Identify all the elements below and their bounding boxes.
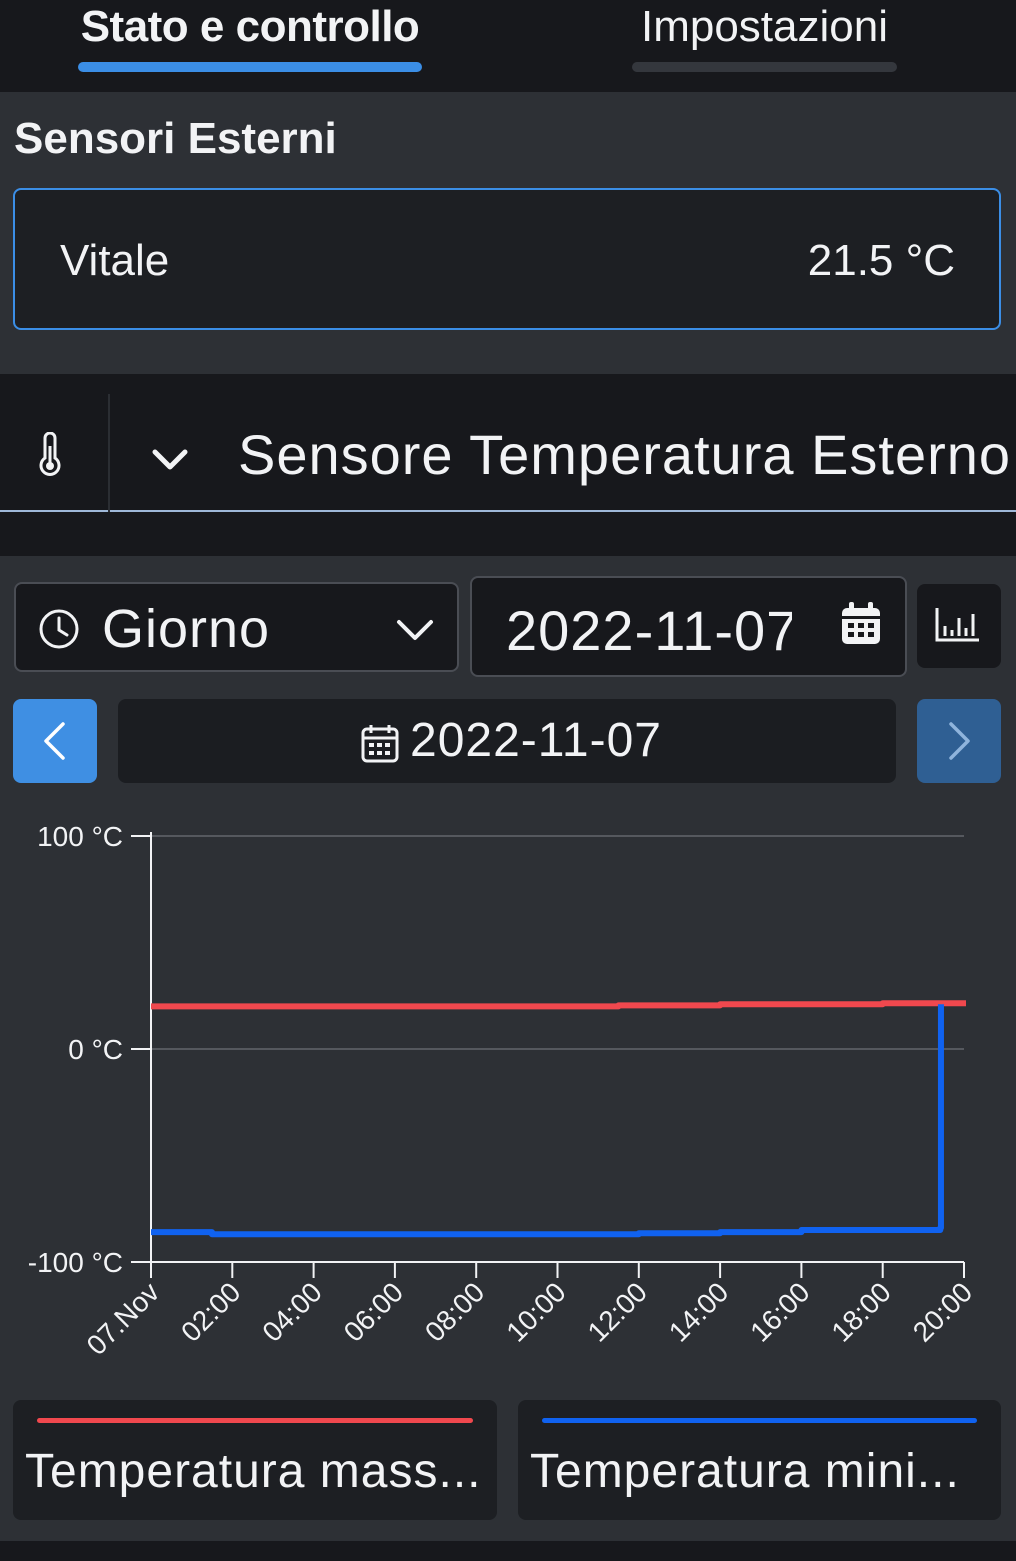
y-tick-label: 0 °C bbox=[68, 1034, 123, 1065]
external-sensors-section: Sensori Esterni Vitale 21.5 °C bbox=[0, 92, 1016, 374]
x-tick-label: 07.Nov bbox=[81, 1276, 166, 1361]
bottom-bar bbox=[0, 1541, 1016, 1561]
series-line-min-temperature bbox=[151, 1004, 944, 1238]
tab-bar: Stato e controllo Impostazioni bbox=[0, 0, 1016, 92]
x-tick-label: 10:00 bbox=[500, 1276, 571, 1347]
bar-chart-icon bbox=[935, 608, 979, 642]
period-select[interactable]: Giorno bbox=[14, 582, 459, 672]
sensor-selector-title: Sensore Temperatura Esterno bbox=[238, 423, 1012, 486]
tab-label: Impostazioni bbox=[640, 2, 888, 51]
x-tick-label: 08:00 bbox=[419, 1276, 490, 1347]
date-input[interactable]: 2022-11-07 bbox=[470, 576, 907, 677]
section-title: Sensori Esterni bbox=[14, 114, 337, 163]
y-tick-label: 100 °C bbox=[37, 821, 123, 852]
legend-swatch bbox=[542, 1418, 977, 1423]
legend-label: Temperatura mass... bbox=[25, 1445, 482, 1498]
history-panel: Giorno 2022-11-07 2022-11-07 100 °C 0 °C… bbox=[0, 556, 1016, 1541]
legend-swatch bbox=[37, 1418, 473, 1423]
x-tick-label: 06:00 bbox=[338, 1276, 409, 1347]
sensor-value: 21.5 °C bbox=[807, 236, 955, 285]
current-date-display[interactable]: 2022-11-07 bbox=[118, 699, 896, 783]
next-day-button[interactable] bbox=[917, 699, 1001, 783]
legend-item-max-temperature[interactable]: Temperatura mass... bbox=[13, 1400, 497, 1520]
separator-bar bbox=[0, 512, 1016, 556]
tab-label: Stato e controllo bbox=[80, 2, 420, 51]
x-tick-label: 20:00 bbox=[907, 1276, 978, 1347]
legend-label: Temperatura mini... bbox=[530, 1445, 960, 1498]
date-input-value: 2022-11-07 bbox=[506, 599, 792, 662]
tab-stato-e-controllo[interactable]: Stato e controllo bbox=[78, 0, 422, 92]
tab-active-indicator bbox=[78, 62, 422, 72]
previous-day-button[interactable] bbox=[13, 699, 97, 783]
series-line-max-temperature bbox=[151, 1000, 966, 1010]
divider bbox=[108, 394, 110, 512]
clock-icon bbox=[39, 609, 79, 649]
sensor-selector[interactable]: Sensore Temperatura Esterno bbox=[0, 374, 1016, 512]
period-select-value: Giorno bbox=[102, 599, 271, 659]
chart-view-button[interactable] bbox=[917, 584, 1001, 668]
sensor-name: Vitale bbox=[60, 236, 170, 285]
y-tick-label: -100 °C bbox=[28, 1247, 123, 1278]
x-tick-label: 04:00 bbox=[256, 1276, 327, 1347]
current-date-text: 2022-11-07 bbox=[410, 714, 662, 767]
legend-item-min-temperature[interactable]: Temperatura mini... bbox=[518, 1400, 1001, 1520]
calendar-icon[interactable] bbox=[840, 600, 882, 646]
x-tick-label: 16:00 bbox=[744, 1276, 815, 1347]
x-tick-label: 02:00 bbox=[175, 1276, 246, 1347]
chevron-down-icon bbox=[397, 620, 433, 640]
x-tick-label: 12:00 bbox=[582, 1276, 653, 1347]
tab-inactive-indicator bbox=[632, 62, 897, 72]
chevron-right-icon bbox=[949, 722, 970, 760]
sensor-card[interactable]: Vitale 21.5 °C bbox=[13, 188, 1001, 330]
temperature-chart: 100 °C 0 °C -100 °C07.Nov 02:00 04:00 06:00 08… bbox=[28, 821, 978, 1361]
thermometer-icon bbox=[39, 432, 61, 476]
calendar-icon bbox=[361, 725, 399, 763]
x-tick-label: 18:00 bbox=[825, 1276, 896, 1347]
x-tick-label: 14:00 bbox=[663, 1276, 734, 1347]
chevron-left-icon bbox=[44, 722, 65, 760]
chevron-down-icon[interactable] bbox=[150, 444, 190, 474]
tab-impostazioni[interactable]: Impostazioni bbox=[632, 0, 897, 92]
